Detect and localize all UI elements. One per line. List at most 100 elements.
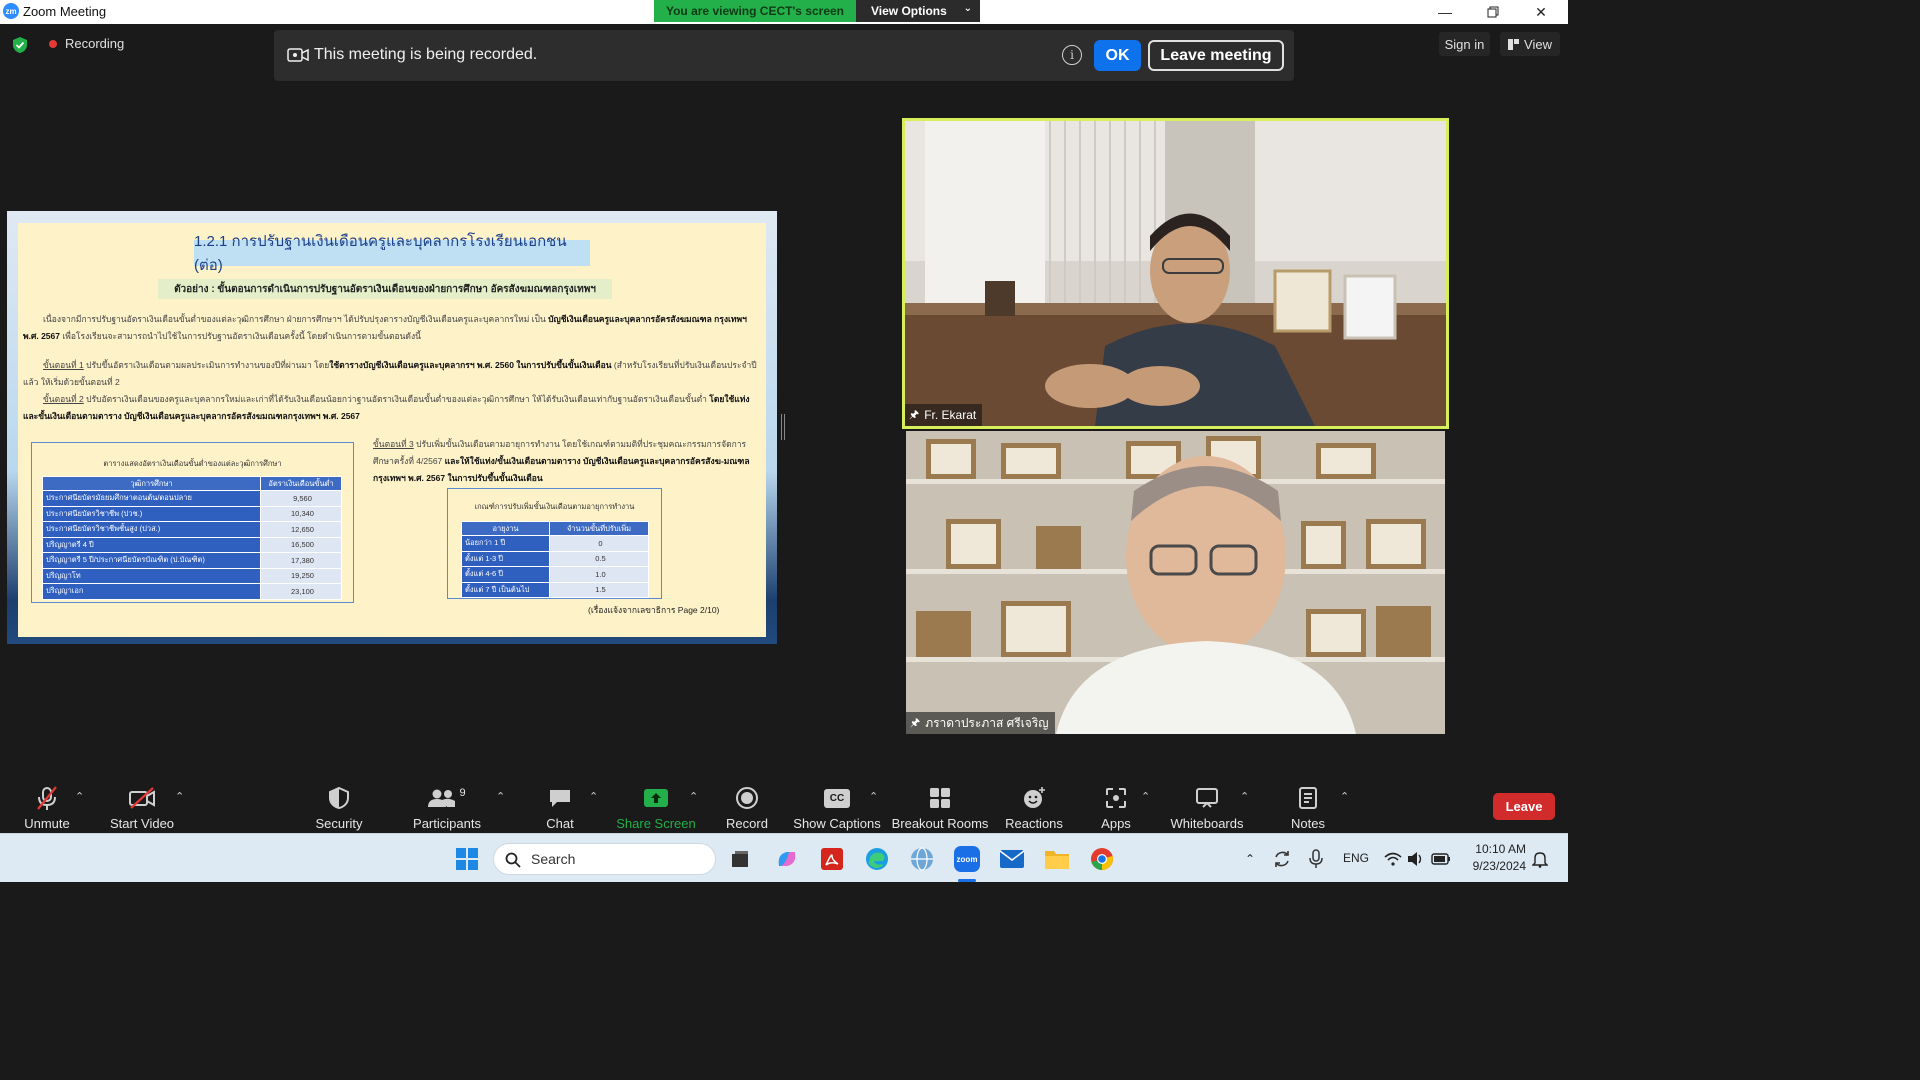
- recording-status[interactable]: Recording: [65, 36, 124, 51]
- security-button[interactable]: Security: [313, 776, 365, 833]
- chat-icon: [550, 790, 570, 807]
- notifications-button[interactable]: [1528, 843, 1552, 875]
- participant-name-tag: 🖈 Fr. Ekarat: [905, 404, 983, 426]
- table-cell-label: ประกาศนียบัตรวิชาชีพชั้นสูง (ปวส.): [42, 521, 261, 538]
- view-options-label: View Options: [871, 4, 947, 18]
- restore-button[interactable]: [1470, 0, 1516, 24]
- shared-screen: 1.2.1 การปรับฐานเงินเดือนครูและบุคลากรโร…: [7, 211, 777, 644]
- chevron-down-icon: ⌄: [963, 3, 972, 14]
- language-indicator[interactable]: ENG: [1343, 851, 1369, 865]
- acrobat-icon: [821, 848, 843, 870]
- participant-video-shelves: [906, 431, 1445, 734]
- edge-button[interactable]: [861, 843, 893, 875]
- mail-button[interactable]: [996, 843, 1028, 875]
- title-bar: zm Zoom Meeting You are viewing CECT's s…: [0, 0, 1568, 24]
- share-options-caret[interactable]: ⌃: [689, 790, 698, 803]
- step3-label: ขั้นตอนที่ 3: [373, 439, 414, 449]
- sign-in-button[interactable]: Sign in: [1439, 32, 1490, 56]
- taskbar-search-box[interactable]: Search: [493, 843, 716, 875]
- minimize-button[interactable]: —: [1422, 0, 1468, 24]
- task-view-button[interactable]: [724, 843, 756, 875]
- seniority-table-box: เกณฑ์การปรับเพิ่มขั้นเงินเดือนตามอายุการ…: [447, 488, 662, 599]
- chrome-button[interactable]: [1086, 843, 1118, 875]
- share-screen-label: Share Screen: [616, 816, 696, 831]
- chat-button[interactable]: Chat: [542, 776, 578, 833]
- zoom-app-icon: zm: [3, 3, 19, 19]
- notes-options-caret[interactable]: ⌃: [1340, 790, 1349, 803]
- video-tile-participant[interactable]: 🖈 ภราดาประภาส ศรีเจริญ: [906, 431, 1445, 734]
- network-globe-button[interactable]: [906, 843, 938, 875]
- audio-options-caret[interactable]: ⌃: [75, 790, 84, 803]
- sync-status-button[interactable]: [1266, 843, 1298, 875]
- start-video-button[interactable]: Start Video: [108, 776, 176, 833]
- start-button[interactable]: [451, 843, 483, 875]
- start-video-label: Start Video: [109, 816, 175, 831]
- step1-text-b: ใช้ตารางบัญชีเงินเดือนครูและบุคลากรฯ พ.ศ…: [329, 360, 612, 370]
- intro-text-a: เนื่องจากมีการปรับฐานอัตราเงินเดือนขั้นต…: [43, 314, 549, 324]
- view-options-button[interactable]: View Options ⌄: [856, 0, 980, 22]
- search-icon: [505, 852, 521, 868]
- seniority-table-caption: เกณฑ์การปรับเพิ่มขั้นเงินเดือนตามอายุการ…: [474, 502, 635, 511]
- notes-button[interactable]: Notes: [1287, 776, 1329, 833]
- chat-options-caret[interactable]: ⌃: [589, 790, 598, 803]
- video-options-caret[interactable]: ⌃: [175, 790, 184, 803]
- clock-time[interactable]: 10:10 AM: [1468, 842, 1526, 856]
- record-label: Record: [726, 816, 768, 831]
- table-cell-value: 0.5: [549, 550, 649, 567]
- copilot-icon: [778, 852, 796, 866]
- acrobat-button[interactable]: [816, 843, 848, 875]
- clock-date[interactable]: 9/23/2024: [1466, 859, 1526, 873]
- table-row: ตั้งแต่ 7 ปี เป็นต้นไป 1.5: [461, 581, 649, 598]
- encryption-shield-icon[interactable]: [12, 36, 28, 54]
- table-row: ปริญญาโท 19,250: [42, 567, 342, 584]
- battery-button[interactable]: [1428, 843, 1454, 875]
- video-tile-active-speaker[interactable]: 🖈 Fr. Ekarat: [902, 118, 1449, 429]
- view-button[interactable]: View: [1500, 32, 1560, 56]
- whiteboards-button[interactable]: Whiteboards: [1168, 776, 1246, 833]
- zoom-taskbar-button[interactable]: zoom: [951, 843, 983, 875]
- chevron-up-icon: ⌃: [1244, 852, 1256, 866]
- video-off-icon: [129, 787, 155, 809]
- table-cell-value: 23,100: [260, 583, 342, 600]
- table-cell-value: 19,250: [260, 567, 342, 584]
- ok-button[interactable]: OK: [1094, 40, 1141, 71]
- captions-options-caret[interactable]: ⌃: [869, 790, 878, 803]
- min-salary-table-caption: ตารางแสดงอัตราเงินเดือนขั้นต่ำของแต่ละวุ…: [103, 459, 282, 468]
- breakout-rooms-label: Breakout Rooms: [891, 816, 989, 831]
- step2-text-a: ปรับอัตราเงินเดือนของครูและบุคลากรใหม่แล…: [83, 394, 710, 404]
- participants-options-caret[interactable]: ⌃: [496, 790, 505, 803]
- record-button[interactable]: Record: [726, 776, 768, 833]
- close-button[interactable]: ✕: [1518, 0, 1564, 24]
- zoom-icon: zoom: [954, 846, 980, 872]
- window-title: Zoom Meeting: [23, 4, 107, 19]
- apps-options-caret[interactable]: ⌃: [1141, 790, 1150, 803]
- breakout-rooms-button[interactable]: Breakout Rooms: [891, 776, 989, 833]
- participant-video-office: [905, 121, 1446, 426]
- show-hidden-icons-button[interactable]: ⌃: [1234, 843, 1266, 875]
- whiteboards-options-caret[interactable]: ⌃: [1240, 790, 1249, 803]
- volume-button[interactable]: [1404, 843, 1428, 875]
- presentation-slide: 1.2.1 การปรับฐานเงินเดือนครูและบุคลากรโร…: [18, 223, 766, 637]
- wifi-button[interactable]: [1380, 843, 1406, 875]
- microphone-icon: [1309, 849, 1323, 868]
- participant-name: Fr. Ekarat: [924, 408, 977, 422]
- breakout-rooms-icon: [930, 788, 950, 808]
- participants-button[interactable]: 9 Participants: [410, 776, 484, 833]
- copilot-button[interactable]: [771, 843, 803, 875]
- leave-button[interactable]: Leave: [1493, 793, 1555, 820]
- show-captions-button[interactable]: CC Show Captions: [793, 776, 881, 833]
- whiteboards-label: Whiteboards: [1170, 816, 1244, 831]
- file-explorer-button[interactable]: [1041, 843, 1073, 875]
- reactions-label: Reactions: [1005, 816, 1063, 831]
- info-icon[interactable]: i: [1062, 45, 1082, 65]
- microphone-tray-button[interactable]: [1300, 843, 1332, 875]
- step2-label: ขั้นตอนที่ 2: [43, 394, 84, 404]
- unmute-button[interactable]: Unmute: [22, 776, 72, 833]
- apps-button[interactable]: Apps: [1098, 776, 1134, 833]
- share-screen-button[interactable]: Share Screen: [616, 776, 696, 833]
- notes-icon: [1299, 787, 1317, 809]
- reactions-button[interactable]: Reactions: [1005, 776, 1063, 833]
- battery-icon: [1431, 853, 1450, 865]
- leave-meeting-button[interactable]: Leave meeting: [1148, 40, 1284, 71]
- panel-resize-handle[interactable]: [781, 414, 785, 440]
